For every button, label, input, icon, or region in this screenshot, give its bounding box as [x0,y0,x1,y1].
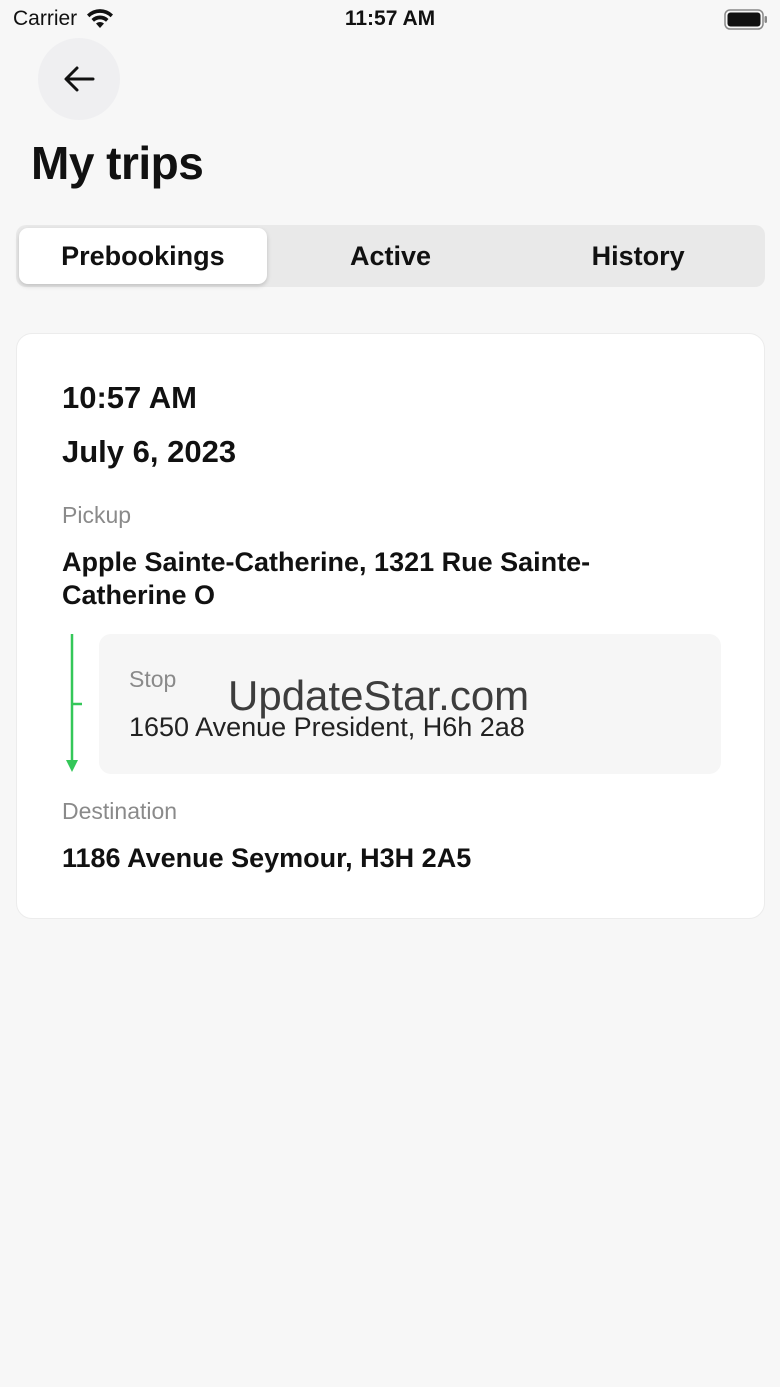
status-time: 11:57 AM [344,7,436,30]
trip-card[interactable]: 10:57 AM July 6, 2023 Pickup Apple Saint… [16,333,765,919]
tab-history[interactable]: History [514,228,762,284]
tab-prebookings[interactable]: Prebookings [19,228,267,284]
trip-tabs: Prebookings Active History [16,225,765,287]
stop-address: 1650 Avenue President, H6h 2a8 [129,712,525,742]
back-button[interactable] [38,38,120,120]
pickup-label: Pickup [62,502,132,528]
tab-active[interactable]: Active [267,228,515,284]
stop-label: Stop [129,666,177,692]
trip-date: July 6, 2023 [62,434,237,469]
destination-label: Destination [62,798,178,824]
status-bar: Carrier 11:57 AM [0,0,780,40]
destination-address: 1186 Avenue Seymour, H3H 2A5 [62,843,472,873]
arrow-left-icon [64,66,95,92]
page-title: My trips [31,137,204,189]
stop-box: Stop 1650 Avenue President, H6h 2a8 [99,634,721,774]
route-arrow-icon [66,634,82,772]
battery-icon [724,9,767,30]
trip-time: 10:57 AM [62,380,197,415]
pickup-address: Apple Sainte-Catherine, 1321 Rue Sainte-… [62,547,591,610]
